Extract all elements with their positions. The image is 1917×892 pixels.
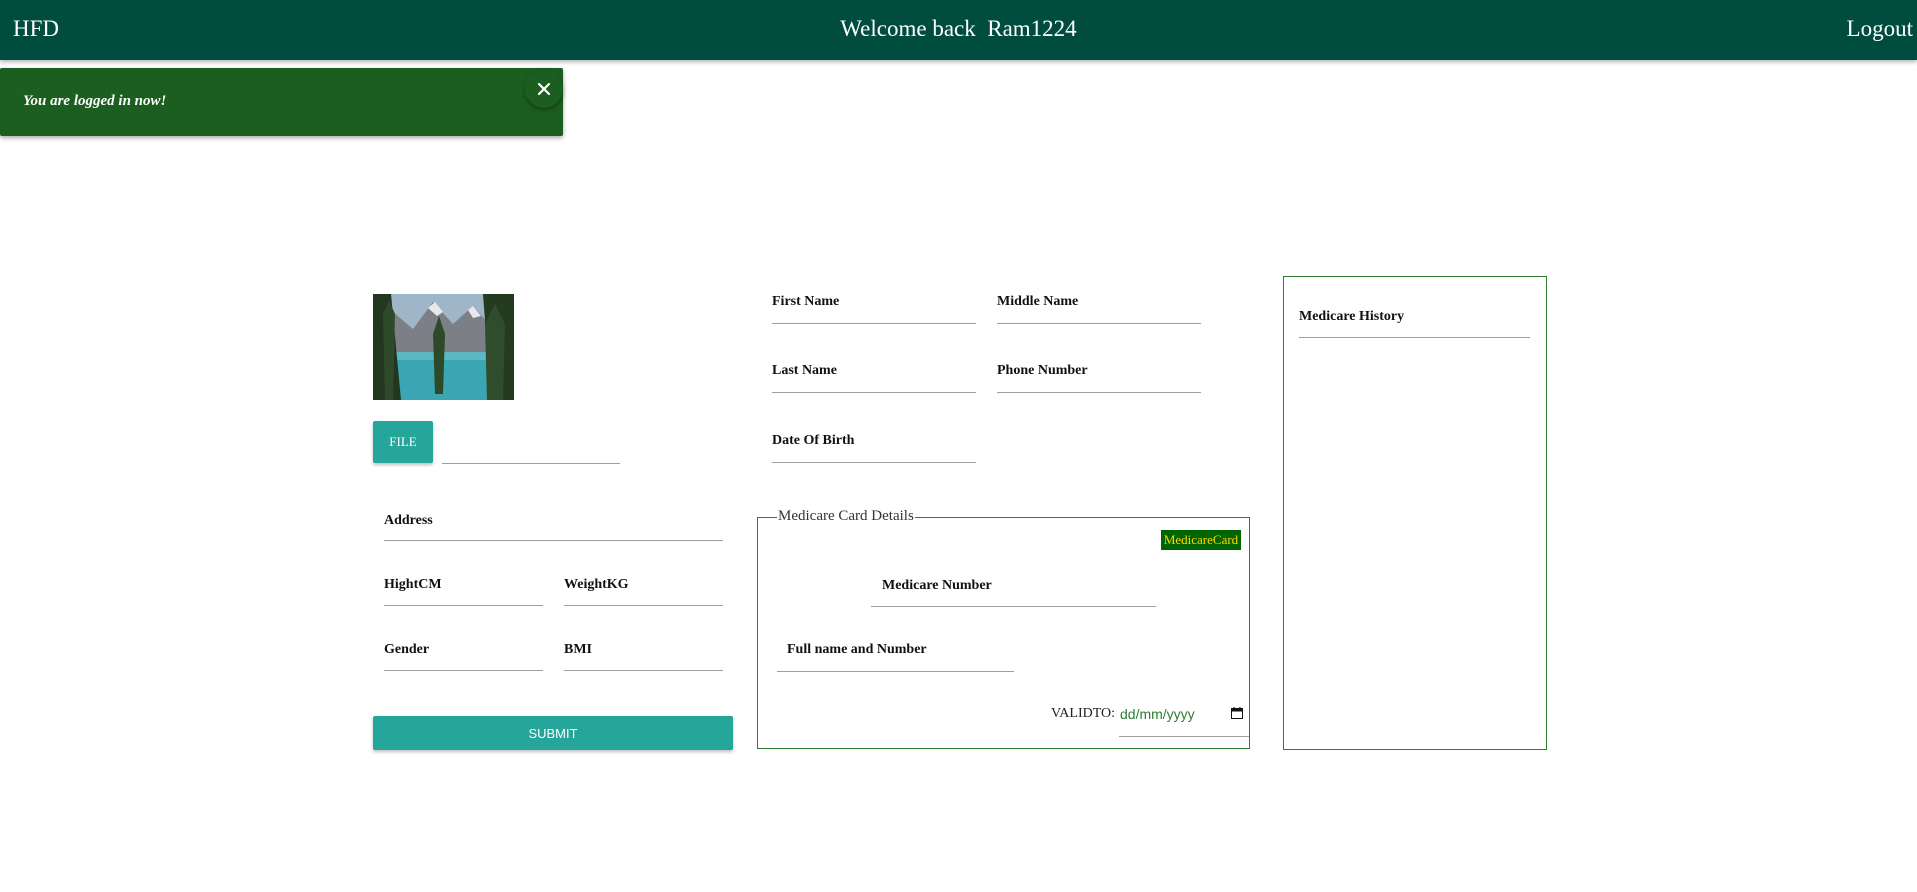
validto-date-input[interactable]: dd/mm/yyyy — [1120, 706, 1195, 722]
welcome-message: Welcome back Ram1224 — [840, 16, 1077, 41]
middle-name-input[interactable] — [997, 323, 1201, 324]
medicare-card-badge[interactable]: MedicareCard — [1161, 530, 1241, 550]
phone-number-label: Phone Number — [997, 363, 1088, 378]
file-upload-button[interactable]: FILE — [373, 421, 433, 463]
first-name-label: First Name — [772, 294, 840, 309]
weight-input[interactable] — [564, 605, 723, 606]
close-icon[interactable] — [525, 70, 563, 108]
middle-name-label: Middle Name — [997, 294, 1079, 309]
height-input[interactable] — [384, 605, 543, 606]
dob-input[interactable] — [772, 462, 976, 463]
height-label: HightCM — [384, 577, 442, 592]
toast-message: You are logged in now! — [23, 93, 167, 109]
medicare-history-title: Medicare History — [1299, 309, 1405, 324]
dob-label: Date Of Birth — [772, 433, 855, 448]
medicare-history-panel — [1283, 276, 1547, 750]
first-name-input[interactable] — [772, 323, 976, 324]
login-toast: You are logged in now! — [0, 68, 563, 136]
phone-number-input[interactable] — [997, 392, 1201, 393]
last-name-input[interactable] — [772, 392, 976, 393]
medicare-history-divider — [1299, 337, 1530, 338]
profile-photo — [373, 294, 514, 400]
full-name-number-label: Full name and Number — [787, 642, 927, 657]
submit-button[interactable]: SUBMIT — [373, 716, 733, 750]
weight-label: WeightKG — [564, 577, 629, 592]
full-name-number-input[interactable] — [777, 671, 1014, 672]
address-input[interactable] — [384, 540, 723, 541]
logout-link[interactable]: Logout — [1847, 16, 1913, 42]
calendar-icon[interactable] — [1231, 707, 1243, 719]
top-navbar: HFD Welcome back Ram1224 Logout — [0, 0, 1917, 60]
medicare-legend: Medicare Card Details — [777, 508, 915, 525]
validto-underline — [1119, 736, 1249, 737]
last-name-label: Last Name — [772, 363, 837, 378]
gender-input[interactable] — [384, 670, 543, 671]
address-label: Address — [384, 513, 433, 528]
gender-label: Gender — [384, 642, 430, 657]
medicare-number-label: Medicare Number — [882, 578, 992, 593]
bmi-input[interactable] — [564, 670, 723, 671]
medicare-number-input[interactable] — [871, 606, 1156, 607]
validto-label: VALIDTO: — [1051, 706, 1116, 721]
bmi-label: BMI — [564, 642, 592, 657]
file-path-input[interactable] — [442, 463, 620, 464]
